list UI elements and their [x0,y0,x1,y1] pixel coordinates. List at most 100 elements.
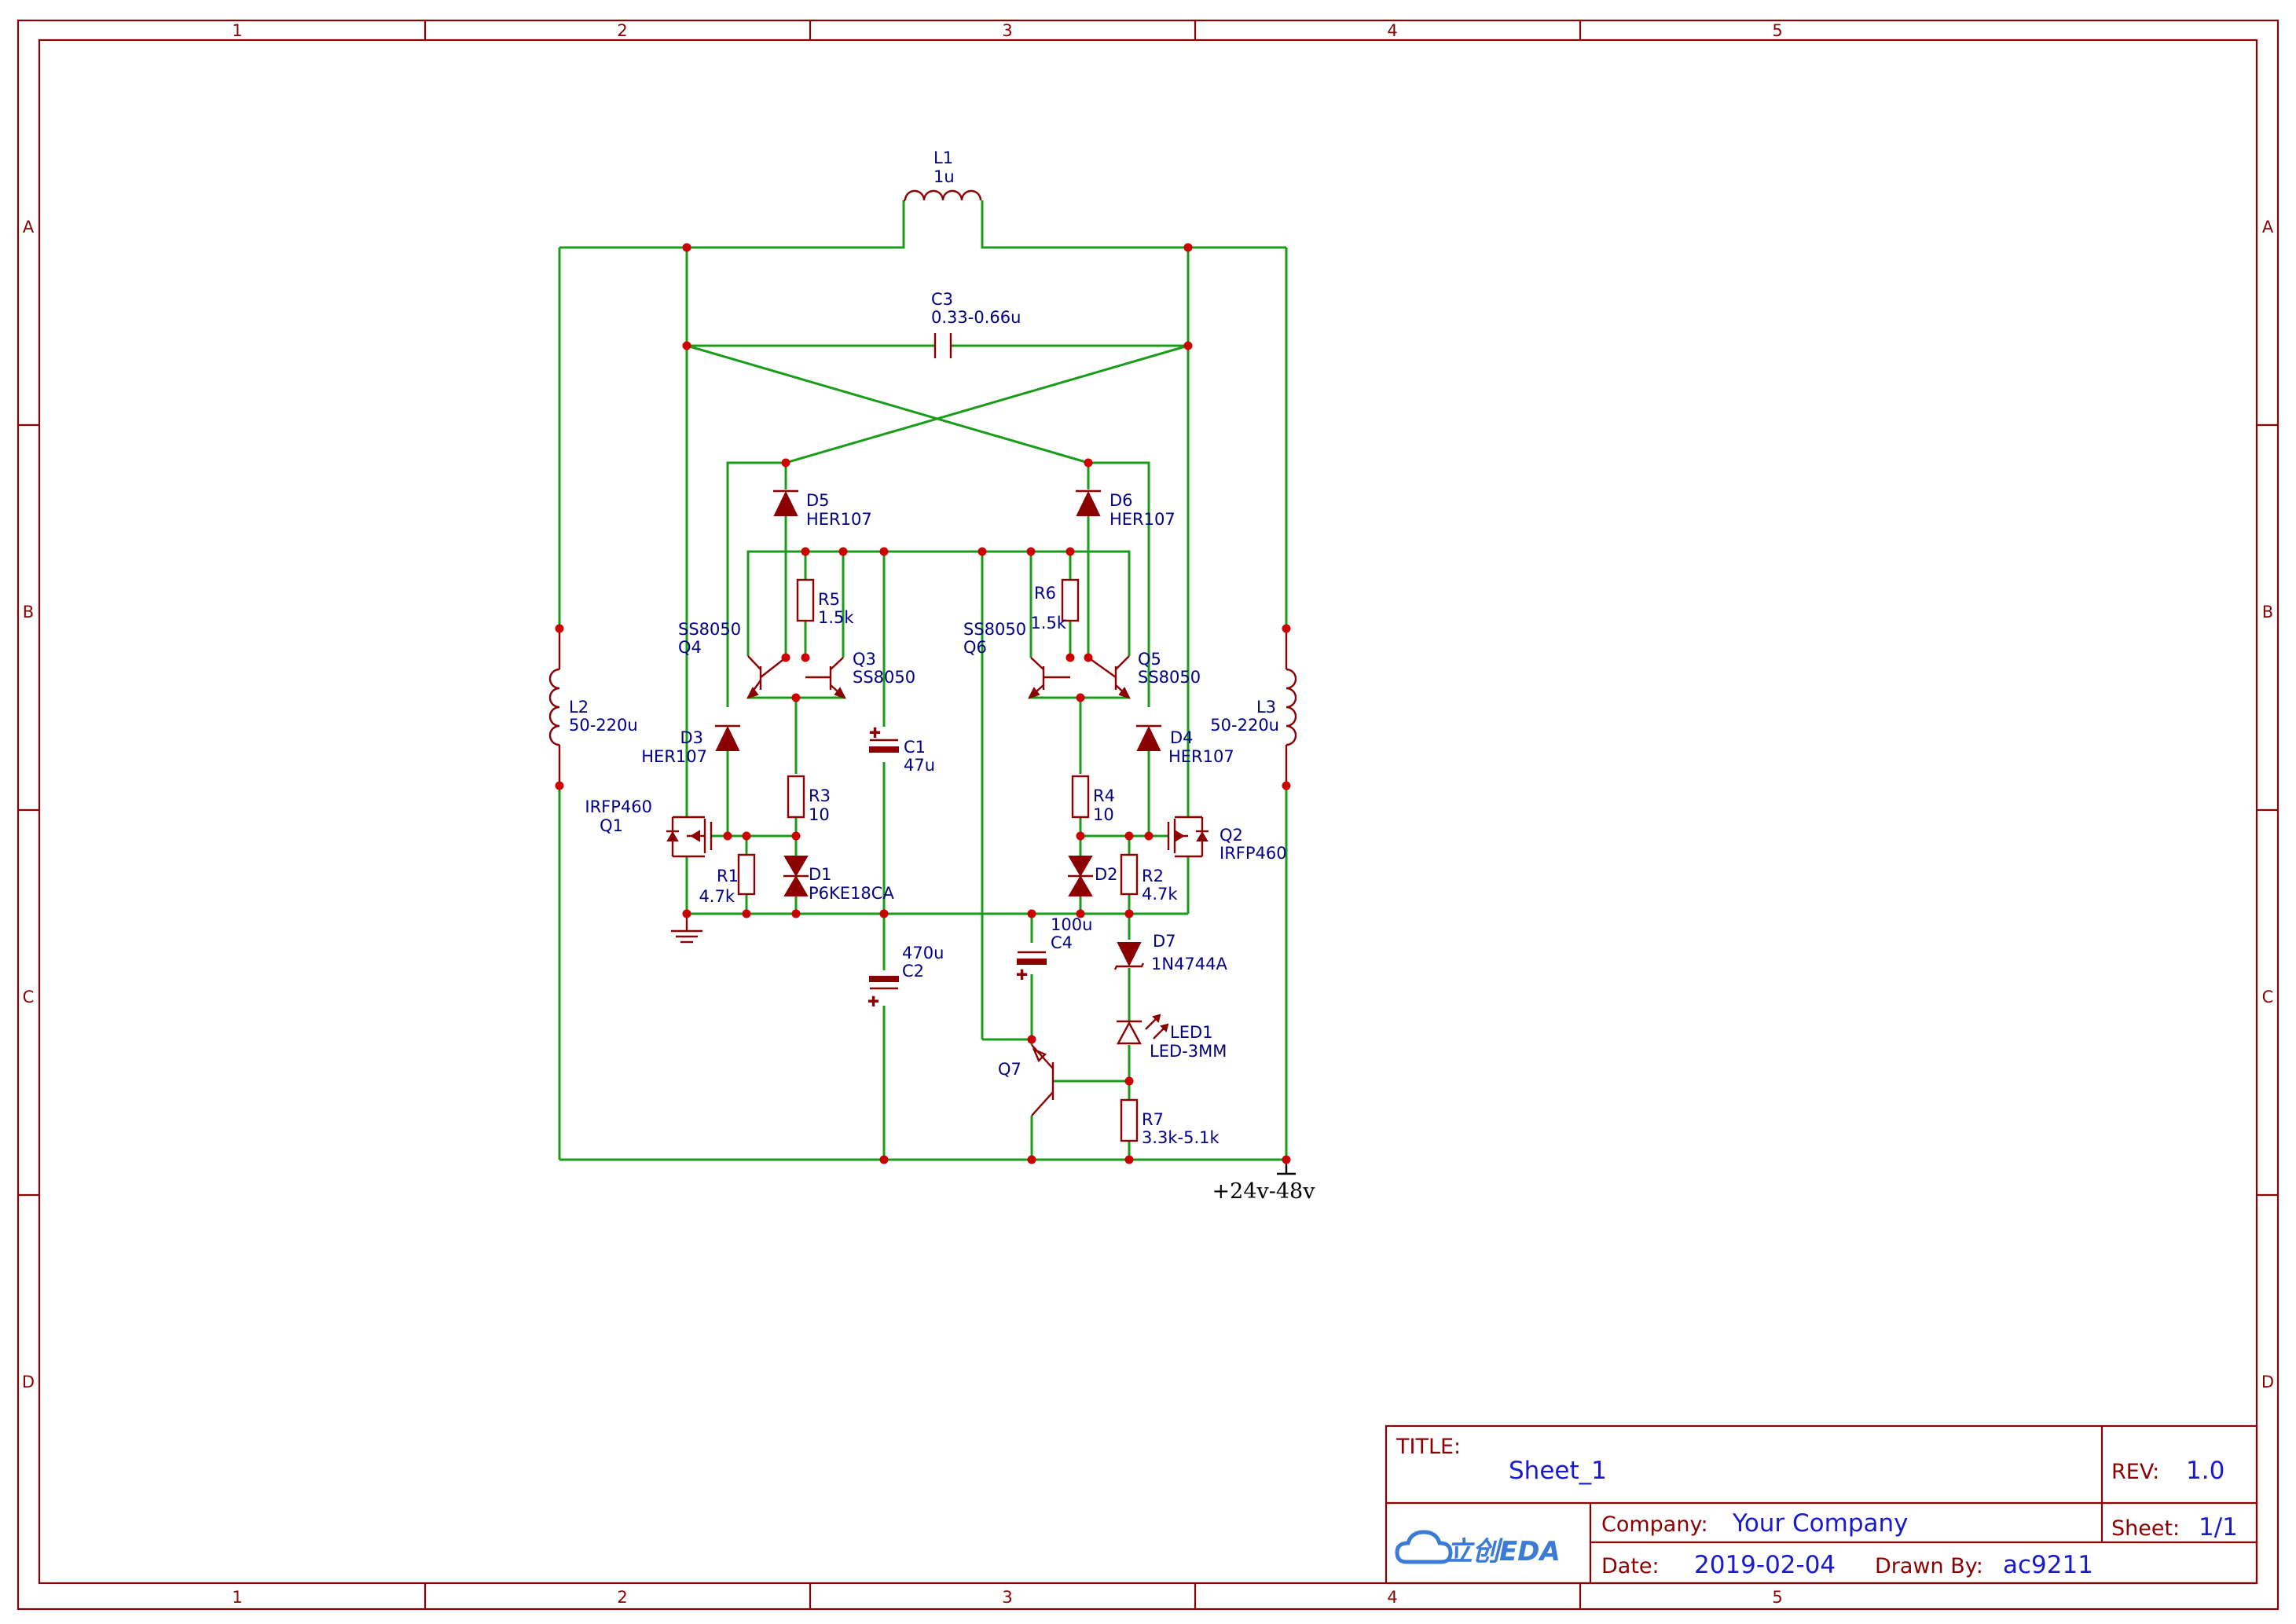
q6-ref: Q6 [963,638,987,657]
junction [1124,909,1134,918]
c2-value: 470u [902,944,944,962]
d4-value: HER107 [1168,747,1234,766]
transistor-q4: SS8050 Q4 [678,620,787,699]
zone-col-top-3: 3 [1002,21,1012,40]
r6-ref: R6 [1034,584,1056,603]
d4-ref: D4 [1170,728,1194,747]
c2-ref: C2 [902,962,924,981]
r6-value: 1.5k [1030,614,1066,632]
junction [879,547,889,556]
diode-d7: D7 1N4744A [1113,932,1228,973]
c1-ref: C1 [904,738,926,757]
q1-ref: Q1 [600,816,623,835]
d6-ref: D6 [1109,491,1133,510]
r3-value: 10 [809,805,830,824]
junction [1124,831,1134,841]
junction [781,653,790,662]
junction [1076,693,1085,702]
zone-row-left-A: A [23,218,35,236]
l3-value: 50-220u [1210,716,1279,735]
mosfet-q1: IRFP460 Q1 [585,797,713,858]
junction [1076,831,1085,841]
zone-col-bottom-2: 2 [617,1588,627,1607]
c4-value: 100u [1051,915,1092,934]
q1-value: IRFP460 [585,797,652,816]
junction [879,1155,889,1164]
zone-row-right-C: C [2262,988,2274,1006]
c1-value: 47u [904,756,935,775]
zone-col-top-5: 5 [1772,21,1782,40]
supply-label: +24v-48v [1212,1179,1316,1204]
zone-row-right-B: B [2262,603,2273,621]
d3-ref: D3 [680,728,703,747]
drawn-by-value: ac9211 [2003,1551,2093,1579]
r4-ref: R4 [1093,786,1115,805]
c3-value: 0.33-0.66u [931,308,1021,327]
zone-col-bottom-5: 5 [1772,1588,1782,1607]
c3-ref: C3 [931,290,953,309]
q7-ref: Q7 [998,1060,1021,1079]
q5-ref: Q5 [1138,650,1161,669]
junction [682,341,691,350]
junction [977,547,987,556]
zone-col-bottom-4: 4 [1387,1588,1397,1607]
transistor-q7: Q7 [998,1044,1054,1116]
zone-row-left-D: D [22,1373,35,1391]
junction [801,547,810,556]
easyeda-logo: 立创EDA [1395,1530,1561,1567]
junction [742,831,751,841]
zone-row-left-C: C [23,988,35,1006]
junction [1027,909,1036,918]
sheet-value: 1/1 [2199,1513,2238,1542]
zone-row-right-A: A [2262,218,2274,236]
r2-ref: R2 [1142,867,1164,885]
junction [1183,341,1193,350]
company-key: Company: [1601,1512,1708,1537]
junction [1027,1155,1036,1164]
logo-text: 立创EDA [1446,1536,1561,1567]
zone-col-top-2: 2 [617,21,627,40]
inductor-l1: L1 1u [904,148,982,202]
capacitor-c2: + 470u C2 [867,944,944,1010]
zone-col-top-4: 4 [1387,21,1397,40]
capacitor-c4: + 100u C4 [1015,915,1092,984]
l3-ref: L3 [1256,698,1276,717]
junction [801,653,810,662]
diode-d6: D6 HER107 [1076,489,1176,529]
zone-col-top-1: 1 [232,21,242,40]
zone-col-bottom-1: 1 [232,1588,242,1607]
cloud-icon [1395,1530,1453,1564]
junction [1282,1155,1291,1164]
junction [791,831,801,841]
junction [1026,547,1036,556]
d3-value: HER107 [641,747,707,766]
led1-value: LED-3MM [1150,1042,1227,1061]
c4-ref: C4 [1051,933,1073,952]
d1-value: P6KE18CA [809,884,894,903]
junction [1183,243,1193,252]
c4-plus-sign: + [1016,966,1028,983]
title-key: TITLE: [1396,1435,1461,1459]
transistor-q3: Q3 SS8050 [805,650,915,699]
junction [1144,831,1154,841]
q3-value: SS8050 [853,668,915,687]
l1-ref: L1 [933,148,953,167]
resistor-r7: R7 3.3k-5.1k [1120,1098,1220,1147]
r5-value: 1.5k [818,608,854,627]
supply-symbol: +24v-48v [1212,1160,1316,1204]
junction [1124,1076,1134,1086]
c2-plus-sign: + [867,993,879,1010]
junction [1076,909,1085,918]
diode-d3: D3 HER107 [641,724,740,766]
junction [742,909,751,918]
capacitor-c1: + C1 47u [868,724,935,775]
schematic-sheet: 1 2 3 4 5 1 2 3 4 5 A B C D A B C D L1 1… [17,19,2279,1611]
date-value: 2019-02-04 [1694,1551,1836,1579]
junction [682,909,691,918]
q4-value: SS8050 [678,620,741,639]
d1-ref: D1 [809,865,832,884]
zone-row-left-B: B [23,603,34,621]
junction [879,909,889,918]
l1-value: 1u [933,167,955,186]
junction [555,781,564,790]
